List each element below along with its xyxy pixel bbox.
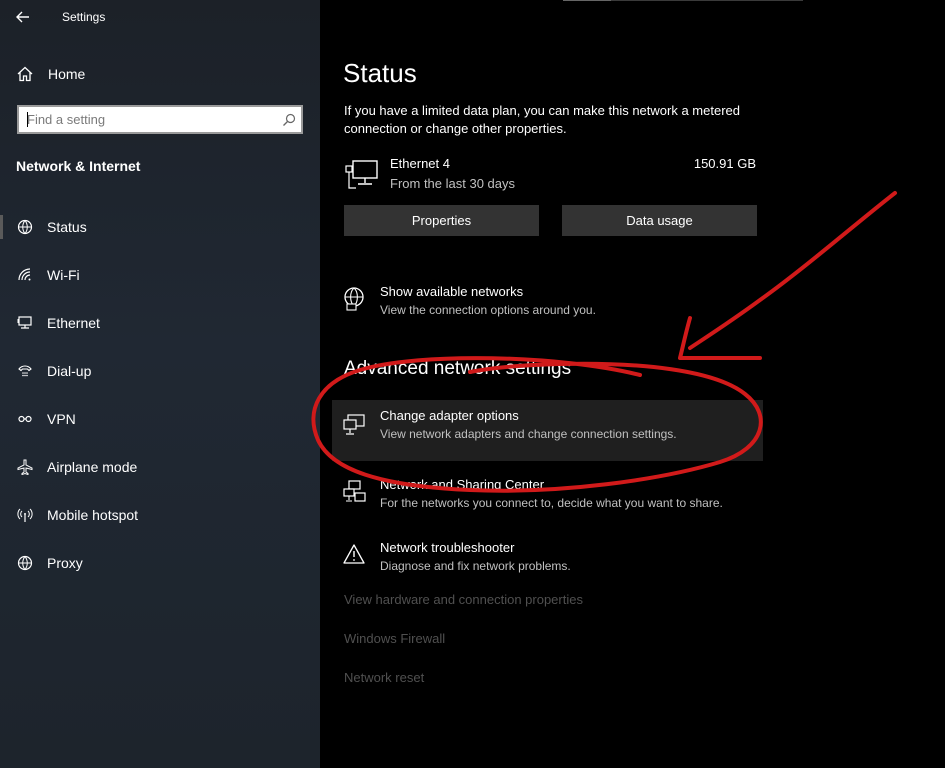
text-caret [27, 112, 28, 127]
search-icon[interactable] [277, 108, 301, 132]
sharing-center-desc: For the networks you connect to, decide … [380, 496, 723, 510]
show-available-networks[interactable]: Show available networks View the connect… [332, 276, 762, 334]
network-sharing-center[interactable]: Network and Sharing Center For the netwo… [332, 469, 762, 527]
globe-icon [16, 554, 34, 572]
sharing-center-icon [343, 480, 366, 502]
page-title: Status [343, 58, 417, 88]
adapter-name: Ethernet 4 [390, 156, 450, 171]
adapter-usage: 150.91 GB [693, 156, 756, 171]
windows-firewall-link[interactable]: Windows Firewall [344, 631, 445, 646]
change-adapter-desc: View network adapters and change connect… [380, 427, 677, 441]
airplane-icon [16, 458, 34, 476]
troubleshooter-desc: Diagnose and fix network problems. [380, 559, 571, 573]
app-title: Settings [62, 10, 106, 24]
ethernet-icon [16, 314, 34, 332]
sidebar-item-label: Status [47, 219, 87, 235]
network-adapter-icon [343, 414, 365, 435]
data-usage-button[interactable]: Data usage [562, 205, 757, 236]
sidebar: Settings Home Network & Internet Statu [0, 0, 320, 768]
sharing-center-title: Network and Sharing Center [380, 477, 545, 492]
sidebar-item-vpn[interactable]: VPN [0, 395, 320, 443]
warning-icon [343, 544, 365, 564]
sidebar-item-label: VPN [47, 411, 76, 427]
sidebar-item-home[interactable]: Home [16, 62, 306, 86]
vpn-icon [16, 410, 34, 428]
sidebar-item-wifi[interactable]: Wi-Fi [0, 251, 320, 299]
sidebar-item-dialup[interactable]: Dial-up [0, 347, 320, 395]
home-label: Home [48, 66, 86, 82]
sidebar-item-status[interactable]: Status [0, 203, 320, 251]
back-arrow-icon [16, 11, 29, 23]
search-box[interactable] [17, 105, 303, 134]
title-bar: Settings [0, 0, 320, 34]
sidebar-item-label: Mobile hotspot [47, 507, 139, 523]
view-hardware-properties-link[interactable]: View hardware and connection properties [344, 592, 583, 607]
dialup-icon [16, 362, 34, 380]
advanced-network-settings-heading: Advanced network settings [344, 358, 572, 379]
sidebar-item-airplane[interactable]: Airplane mode [0, 443, 320, 491]
sidebar-item-label: Ethernet [47, 315, 100, 331]
network-troubleshooter[interactable]: Network troubleshooter Diagnose and fix … [332, 532, 762, 590]
network-reset-link[interactable]: Network reset [344, 670, 424, 685]
adapter-period: From the last 30 days [390, 176, 515, 191]
sidebar-item-label: Wi-Fi [47, 267, 80, 283]
globe-network-icon [344, 287, 364, 311]
show-networks-desc: View the connection options around you. [380, 303, 596, 317]
status-icon [16, 218, 34, 236]
adapter-summary: Ethernet 4 From the last 30 days 150.91 … [344, 154, 756, 194]
sidebar-item-label: Proxy [47, 555, 83, 571]
ethernet-adapter-icon [345, 160, 378, 189]
properties-button[interactable]: Properties [344, 205, 539, 236]
back-button[interactable] [12, 6, 34, 28]
main-content: Status If you have a limited data plan, … [320, 0, 945, 768]
show-networks-title: Show available networks [380, 284, 524, 299]
sidebar-item-label: Airplane mode [47, 459, 138, 475]
change-adapter-options[interactable]: Change adapter options View network adap… [332, 400, 763, 461]
sidebar-item-hotspot[interactable]: Mobile hotspot [0, 491, 320, 539]
sidebar-nav: Status Wi-Fi Ethernet Dial-up VPN Airpla… [0, 203, 320, 587]
troubleshooter-title: Network troubleshooter [380, 540, 515, 555]
sidebar-item-label: Dial-up [47, 363, 92, 379]
change-adapter-title: Change adapter options [380, 408, 519, 423]
hotspot-icon [16, 506, 34, 524]
intro-text: If you have a limited data plan, you can… [344, 103, 740, 136]
home-icon [17, 66, 33, 82]
scroll-indicator [563, 0, 803, 1]
sidebar-item-ethernet[interactable]: Ethernet [0, 299, 320, 347]
section-title: Network & Internet [16, 158, 141, 174]
wifi-icon [16, 266, 34, 284]
search-input[interactable] [19, 107, 277, 132]
sidebar-item-proxy[interactable]: Proxy [0, 539, 320, 587]
